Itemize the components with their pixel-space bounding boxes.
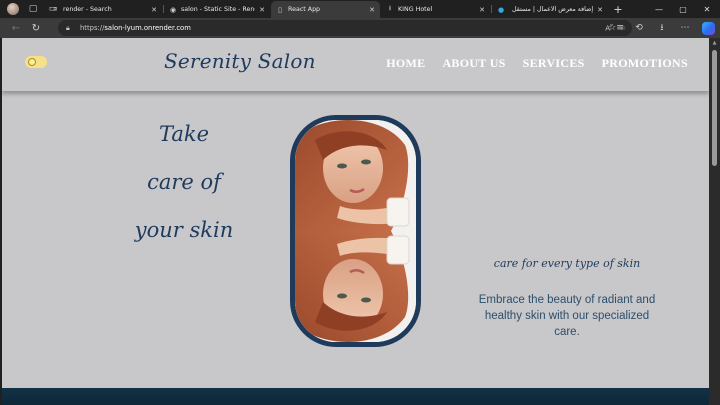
hero-portrait-frame	[290, 115, 421, 347]
nav-promotions[interactable]: PROMOTIONS	[602, 56, 688, 71]
workspaces-icon[interactable]: ▢	[26, 2, 40, 16]
page-scrollbar[interactable]: ▲	[709, 38, 720, 405]
nav-home[interactable]: HOME	[386, 56, 425, 71]
refresh-button[interactable]: ↻	[26, 18, 46, 38]
nav-services[interactable]: SERVICES	[523, 56, 585, 71]
profile-avatar[interactable]	[6, 2, 20, 16]
brand-logo-text[interactable]: Serenity Salon	[164, 49, 316, 73]
hero-line: Take	[158, 122, 210, 146]
url-host: salon-lyum.onrender.com	[104, 24, 191, 32]
close-window-button[interactable]: ✕	[696, 0, 718, 18]
page-viewport: Serenity Salon HOME ABOUT US SERVICES PR…	[2, 38, 709, 405]
theme-toggle[interactable]	[25, 56, 47, 68]
site-info-icon[interactable]: 🔒︎	[66, 24, 74, 33]
search-icon: ⌕	[53, 5, 57, 13]
hero-description: Embrace the beauty of radiant and health…	[478, 294, 656, 338]
back-button[interactable]: ←	[6, 18, 26, 38]
minimize-button[interactable]: —	[648, 0, 670, 18]
scroll-up-icon[interactable]: ▲	[711, 40, 718, 46]
close-icon[interactable]: ✕	[151, 6, 157, 14]
close-icon[interactable]: ✕	[597, 6, 603, 14]
copilot-icon[interactable]	[697, 18, 719, 38]
site-header: Serenity Salon HOME ABOUT US SERVICES PR…	[2, 38, 709, 91]
tab-react-app[interactable]: ▯ React App ✕	[271, 1, 380, 18]
favorites-icon[interactable]: ☆≡	[605, 18, 627, 38]
toggle-knob	[28, 58, 36, 66]
close-icon[interactable]: ✕	[479, 6, 485, 14]
close-icon[interactable]: ✕	[369, 6, 375, 14]
download-icon[interactable]: ⭳	[651, 18, 673, 38]
tab-render-dashboard[interactable]: ◉ salon - Static Site - Render D ✕	[164, 1, 270, 18]
site-logo-icon: ●	[497, 5, 505, 14]
url-scheme: https://	[80, 24, 105, 32]
hero-title: Take care of your skin	[124, 110, 244, 254]
download-icon: ⭳	[388, 4, 392, 12]
history-icon[interactable]: ⟲	[628, 18, 650, 38]
maximize-button[interactable]: ▢	[672, 0, 694, 18]
new-tab-button[interactable]: +	[607, 0, 629, 18]
main-nav: HOME ABOUT US SERVICES PROMOTIONS	[386, 56, 688, 71]
address-bar[interactable]: 🔒︎ https://salon-lyum.onrender.com Aᴬ ☆	[58, 20, 632, 36]
scrollbar-thumb[interactable]	[712, 50, 717, 166]
tab-king-hotel[interactable]: ⭳ KING Hotel ✕	[381, 1, 490, 18]
hero-line: care of	[147, 170, 221, 194]
hero-portrait-image	[295, 120, 416, 342]
close-icon[interactable]: ✕	[259, 6, 265, 14]
next-section-band	[2, 388, 709, 405]
tagline: care for every type of skin	[493, 257, 641, 270]
tab-mostaql[interactable]: ● إضافة معرض الأعمال | مستقل ✕	[492, 1, 608, 18]
render-logo-icon: ◉	[169, 5, 177, 14]
more-menu-icon[interactable]: ⋯	[674, 18, 696, 38]
hero-line: your skin	[134, 218, 234, 242]
tab-render-search[interactable]: ⌕ render - Search ✕	[46, 1, 162, 18]
document-icon: ▯	[278, 5, 282, 14]
nav-about-us[interactable]: ABOUT US	[442, 56, 505, 71]
